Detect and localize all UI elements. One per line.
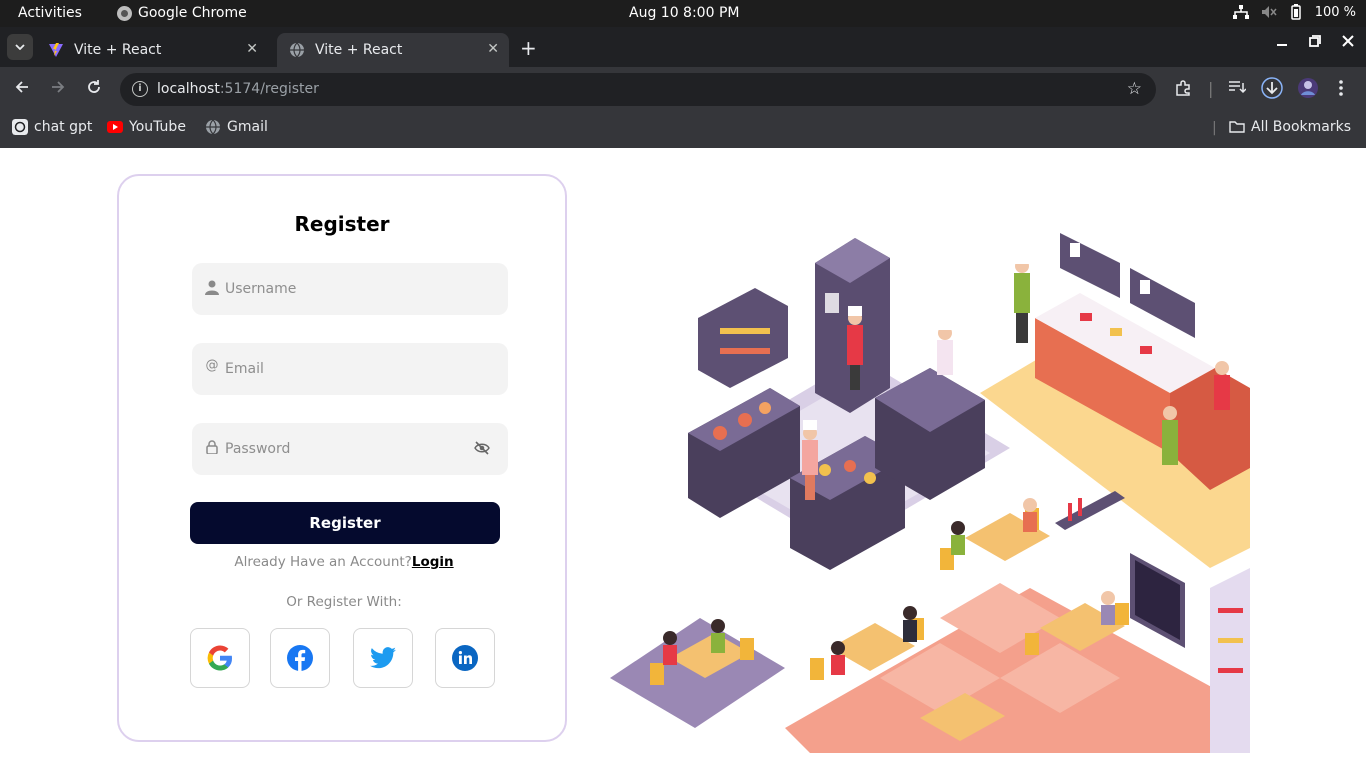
bookmark-gmail[interactable]: Gmail [205, 119, 268, 135]
site-info-icon[interactable]: i [132, 81, 148, 97]
menu-kebab-icon[interactable] [1338, 79, 1344, 101]
url-host: localhost [157, 81, 220, 97]
bookmark-label: chat gpt [34, 119, 93, 135]
restore-icon[interactable] [1309, 35, 1321, 51]
globe-icon [290, 42, 304, 58]
register-card: Register @ Register Already Have an Acco… [117, 174, 567, 742]
folder-icon [1229, 121, 1245, 133]
browser-toolbar: i localhost:5174/register ☆ | [0, 67, 1366, 112]
app-menu[interactable]: Google Chrome [117, 5, 247, 21]
facebook-button[interactable] [270, 628, 330, 688]
divider: | [1212, 120, 1217, 136]
bookmarks-bar: chat gpt YouTube Gmail | All Bookmarks [0, 112, 1366, 148]
volume-muted-icon [1261, 6, 1277, 18]
password-input[interactable] [225, 423, 475, 475]
all-bookmarks-button[interactable]: All Bookmarks [1229, 119, 1351, 135]
divider: | [1208, 79, 1214, 98]
chatgpt-icon [12, 119, 28, 135]
user-icon [204, 280, 220, 296]
battery-percent: 100 % [1314, 4, 1356, 20]
tab-2-active[interactable]: Vite + React ✕ [277, 33, 509, 67]
lock-icon [204, 440, 220, 456]
register-button[interactable]: Register [190, 502, 500, 544]
bookmark-label: YouTube [129, 119, 186, 135]
email-field[interactable]: @ [192, 343, 508, 395]
youtube-icon [107, 121, 123, 133]
battery-icon [1290, 4, 1301, 20]
tab-search-button[interactable] [7, 34, 33, 60]
network-icon [1232, 5, 1249, 19]
login-link[interactable]: Login [412, 554, 454, 570]
extensions-icon[interactable] [1174, 79, 1192, 101]
back-icon[interactable] [14, 79, 30, 100]
chevron-down-icon [15, 44, 25, 50]
all-bookmarks-label: All Bookmarks [1251, 119, 1352, 135]
tab-1[interactable]: Vite + React ✕ [36, 33, 268, 67]
facebook-icon [287, 645, 313, 671]
form-title: Register [294, 212, 390, 236]
username-field[interactable] [192, 263, 508, 315]
google-icon [207, 645, 233, 671]
reload-icon[interactable] [86, 79, 102, 100]
app-name: Google Chrome [138, 5, 247, 21]
restaurant-illustration [610, 233, 1250, 753]
username-input[interactable] [225, 263, 475, 315]
email-input[interactable] [225, 343, 475, 395]
linkedin-button[interactable] [435, 628, 495, 688]
globe-icon [206, 119, 220, 135]
already-text: Already Have an Account? [234, 554, 412, 570]
url-path: :5174/register [219, 81, 319, 97]
tab-strip: Vite + React ✕ Vite + React ✕ + [0, 27, 1366, 67]
address-bar[interactable]: i localhost:5174/register ☆ [120, 73, 1156, 106]
url-text[interactable]: localhost:5174/register [157, 81, 319, 97]
google-button[interactable] [190, 628, 250, 688]
bookmark-chat-gpt[interactable]: chat gpt [12, 119, 92, 135]
twitter-icon [370, 647, 396, 669]
new-tab-button[interactable]: + [520, 36, 537, 60]
close-tab-icon[interactable]: ✕ [487, 41, 499, 57]
system-tray[interactable]: 100 % [1232, 4, 1356, 20]
at-sign-icon: @ [205, 358, 219, 373]
bookmark-star-icon[interactable]: ☆ [1127, 79, 1142, 99]
eye-slash-icon[interactable] [474, 440, 490, 459]
minimize-icon[interactable] [1276, 35, 1288, 51]
password-field[interactable] [192, 423, 508, 475]
close-tab-icon[interactable]: ✕ [246, 41, 258, 57]
media-queue-icon[interactable] [1228, 79, 1247, 99]
bookmark-youtube[interactable]: YouTube [107, 119, 186, 135]
twitter-button[interactable] [353, 628, 413, 688]
bookmark-label: Gmail [227, 119, 268, 135]
activities-button[interactable]: Activities [18, 5, 82, 21]
download-icon[interactable] [1261, 77, 1283, 103]
linkedin-icon [452, 645, 478, 671]
login-prompt: Already Have an Account?Login [119, 554, 569, 570]
page-content: Register @ Register Already Have an Acco… [0, 148, 1366, 768]
close-window-icon[interactable] [1342, 35, 1354, 51]
vite-icon [49, 43, 63, 57]
tab-title: Vite + React [74, 42, 162, 58]
profile-avatar[interactable] [1297, 77, 1319, 103]
system-top-bar: Activities Google Chrome Aug 10 8:00 PM … [0, 0, 1366, 27]
chrome-icon [117, 5, 132, 21]
forward-icon[interactable] [50, 79, 66, 100]
tab-title: Vite + React [315, 42, 403, 58]
clock[interactable]: Aug 10 8:00 PM [629, 5, 739, 21]
or-register-with: Or Register With: [286, 594, 402, 610]
